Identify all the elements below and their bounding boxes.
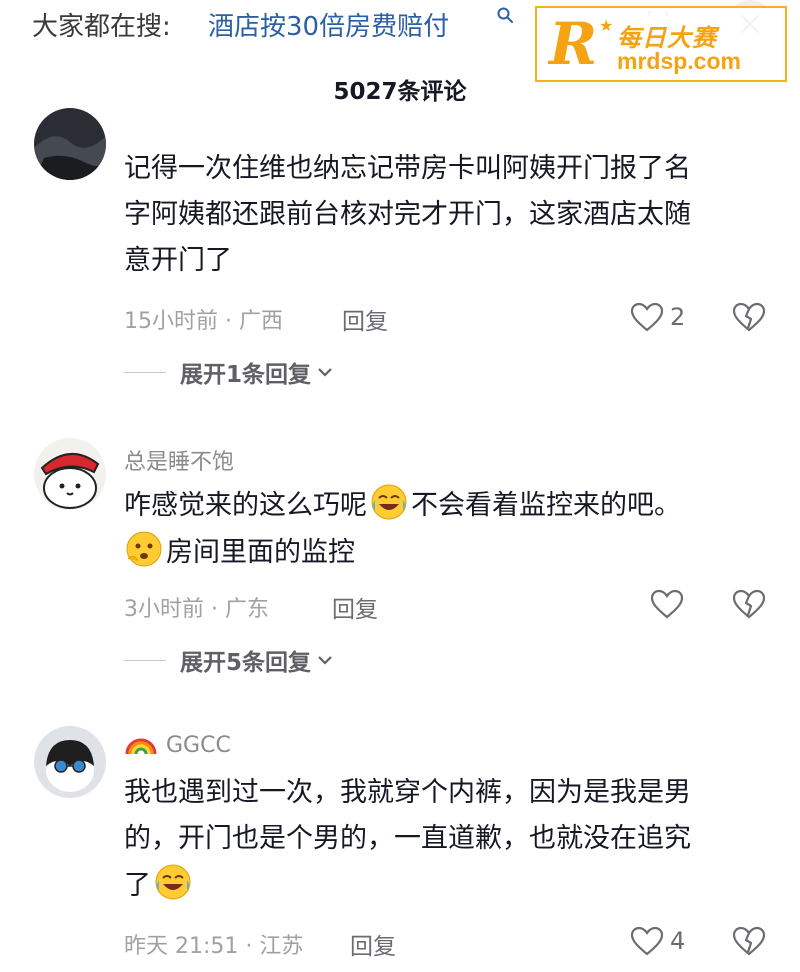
comment-text-segment: 了 bbox=[124, 870, 151, 901]
watermark-url: mrdsp.com bbox=[617, 48, 741, 74]
comment-text-line: 咋感觉来的这么巧呢 不会看着监控来的吧。 bbox=[124, 482, 764, 529]
comment-text-line: 了 bbox=[124, 862, 764, 909]
avatar[interactable] bbox=[34, 726, 106, 798]
comment-text-segment: 房间里面的监控 bbox=[166, 537, 355, 568]
broken-heart-icon[interactable] bbox=[732, 301, 766, 333]
avatar[interactable] bbox=[34, 438, 106, 510]
heart-icon[interactable] bbox=[630, 302, 664, 332]
reply-button[interactable]: 回复 bbox=[342, 302, 388, 336]
like-count: 2 bbox=[670, 303, 686, 331]
star-icon: ★ bbox=[599, 16, 614, 35]
expand-replies-label: 展开5条回复 bbox=[180, 650, 312, 676]
watermark-letter: R bbox=[549, 10, 598, 78]
search-icon[interactable] bbox=[496, 6, 514, 24]
comment-text-segment: 不会看着监控来的吧。 bbox=[411, 490, 681, 521]
comment-username[interactable]: GGCC bbox=[124, 732, 231, 758]
comment-meta: 昨天 21:51 · 江苏 bbox=[124, 934, 304, 959]
expand-replies-button[interactable]: 展开1条回复 bbox=[124, 357, 333, 388]
comment-text-line: 字阿姨都还跟前台核对完才开门，这家酒店太随 bbox=[124, 199, 691, 230]
divider bbox=[124, 371, 166, 373]
crying-laughing-emoji-icon bbox=[371, 484, 407, 520]
comment-count-title: 5027条评论 bbox=[333, 79, 467, 105]
expand-replies-label: 展开1条回复 bbox=[180, 362, 312, 388]
crying-laughing-emoji-icon bbox=[155, 864, 191, 900]
divider bbox=[124, 659, 166, 661]
comment-text-segment: 咋感觉来的这么巧呢 bbox=[124, 490, 367, 521]
search-suggestion-link[interactable]: 酒店按30倍房费赔付 bbox=[208, 6, 449, 43]
chevron-down-icon bbox=[318, 368, 332, 377]
search-suggestion-label: 大家都在搜: bbox=[32, 12, 171, 42]
watermark-logo: R ★ 每日大赛 mrdsp.com bbox=[535, 6, 787, 82]
broken-heart-icon[interactable] bbox=[732, 588, 766, 620]
thinking-face-emoji-icon bbox=[126, 531, 162, 567]
comment-username-text: GGCC bbox=[166, 733, 231, 758]
chevron-down-icon bbox=[318, 656, 332, 665]
comment-text: 记得一次住维也纳忘记带房卡叫阿姨开门报了名 字阿姨都还跟前台核对完才开门，这家酒… bbox=[124, 146, 764, 284]
comment-text-line: 意开门了 bbox=[124, 245, 232, 276]
comment-text: 我也遇到过一次，我就穿个内裤，因为是我是男 的，开门也是个男的，一直道歉，也就没… bbox=[124, 770, 764, 909]
rainbow-icon bbox=[125, 738, 157, 755]
expand-replies-button[interactable]: 展开5条回复 bbox=[124, 645, 333, 676]
comment-meta: 15小时前 · 广西 bbox=[124, 309, 283, 334]
reply-button[interactable]: 回复 bbox=[350, 927, 396, 961]
avatar[interactable] bbox=[34, 108, 106, 180]
like-count: 4 bbox=[670, 927, 686, 955]
comment-text: 咋感觉来的这么巧呢 不会看着监控来的吧。 房间里面的监控 bbox=[124, 482, 764, 576]
comment-username[interactable]: 总是睡不饱 bbox=[124, 444, 234, 476]
comment-meta: 3小时前 · 广东 bbox=[124, 597, 269, 622]
heart-icon[interactable] bbox=[630, 926, 664, 956]
comment-text-line: 的，开门也是个男的，一直道歉，也就没在追究 bbox=[124, 823, 691, 854]
comment-text-line: 我也遇到过一次，我就穿个内裤，因为是我是男 bbox=[124, 777, 691, 808]
comment-text-line: 房间里面的监控 bbox=[124, 529, 764, 576]
reply-button[interactable]: 回复 bbox=[332, 590, 378, 624]
heart-icon[interactable] bbox=[650, 589, 684, 619]
comment-text-line: 记得一次住维也纳忘记带房卡叫阿姨开门报了名 bbox=[124, 153, 691, 184]
broken-heart-icon[interactable] bbox=[732, 925, 766, 957]
